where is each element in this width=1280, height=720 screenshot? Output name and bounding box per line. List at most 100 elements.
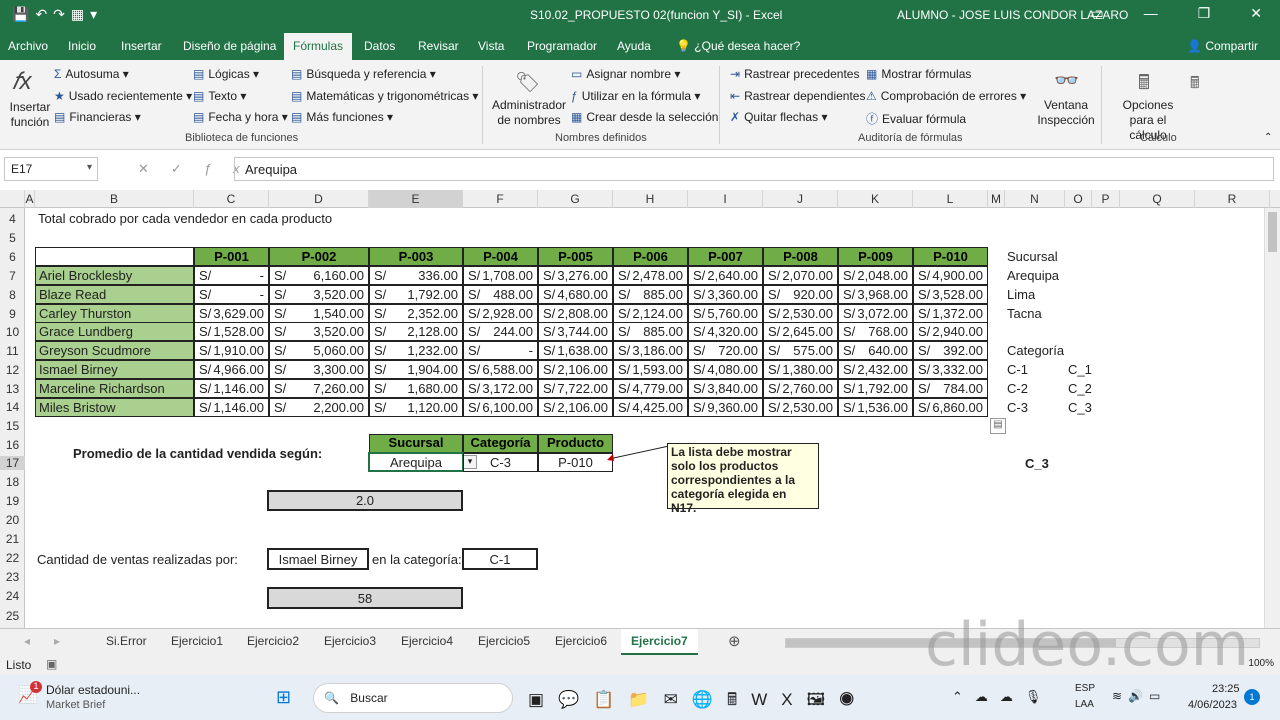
amount-cell[interactable]: S/575.00	[763, 341, 838, 361]
categoria-input[interactable]: C-1	[462, 548, 538, 570]
column-header[interactable]: F	[463, 190, 538, 208]
error-checking-button[interactable]: ⚠ Comprobación de errores ▾	[866, 89, 1026, 103]
row-header[interactable]: 4	[0, 212, 25, 226]
amount-cell[interactable]: S/885.00	[613, 322, 688, 342]
amount-cell[interactable]: S/1,792.00	[838, 378, 913, 398]
categoria-label[interactable]: en la categoría:	[372, 552, 462, 567]
tab-vista[interactable]: Vista	[478, 39, 504, 53]
producto-select[interactable]: P-010	[538, 453, 613, 472]
windows-start-icon[interactable]: ⊞	[276, 687, 291, 708]
tray-icons[interactable]: ≋🔊▭	[1112, 689, 1166, 703]
clock-date[interactable]: 4/06/2023	[1188, 699, 1237, 711]
sheet-title[interactable]: Total cobrado por cada vendedor en cada …	[38, 211, 332, 226]
amount-cell[interactable]: S/2,048.00	[838, 266, 913, 285]
amount-cell[interactable]: S/2,530.00	[763, 397, 838, 417]
calc-now-icon[interactable]: 🖩	[1190, 72, 1200, 99]
product-header[interactable]: P-010	[913, 247, 988, 266]
row-header[interactable]: 16	[0, 438, 25, 452]
column-header[interactable]: I	[688, 190, 763, 208]
amount-cell[interactable]: S/1,708.00	[463, 266, 538, 285]
product-header[interactable]: P-009	[838, 247, 913, 266]
amount-cell[interactable]: S/4,779.00	[613, 378, 688, 398]
row-header[interactable]: 11	[0, 344, 25, 358]
categoria-select[interactable]: C-3	[463, 453, 538, 472]
recent-button[interactable]: ★ Usado recientemente ▾	[54, 89, 192, 103]
sheet-tab[interactable]: Ejercicio5	[478, 634, 530, 648]
amount-cell[interactable]: S/1,540.00	[269, 303, 369, 323]
seller-name[interactable]: Marceline Richardson	[35, 378, 194, 398]
tab-insertar[interactable]: Insertar	[121, 39, 162, 53]
table-corner-cell[interactable]	[35, 247, 194, 266]
amount-cell[interactable]: S/2,106.00	[538, 397, 613, 417]
amount-cell[interactable]: S/6,100.00	[463, 397, 538, 417]
product-header[interactable]: P-001	[194, 247, 269, 266]
notes-icon[interactable]: 📋	[593, 690, 628, 709]
criteria-header[interactable]: Categoría	[463, 434, 538, 453]
amount-cell[interactable]: S/920.00	[763, 284, 838, 304]
column-header[interactable]: E	[369, 190, 463, 208]
tab-formulas[interactable]: Fórmulas	[284, 33, 353, 60]
amount-cell[interactable]: S/1,910.00	[194, 341, 269, 361]
watch-window-button[interactable]: Ventana Inspección	[1036, 98, 1096, 128]
sucursal-item[interactable]: Lima	[1007, 287, 1035, 302]
chevron-up-icon[interactable]: ⌃	[952, 689, 975, 704]
ribbon-display-icon[interactable]: ▭	[1090, 5, 1103, 21]
column-header[interactable]: H	[613, 190, 688, 208]
amount-cell[interactable]: S/ -	[194, 266, 269, 285]
seller-name[interactable]: Blaze Read	[35, 284, 194, 304]
folder-icon[interactable]: 📁	[628, 690, 663, 709]
amount-cell[interactable]: S/6,588.00	[463, 360, 538, 379]
select-all-button[interactable]	[0, 190, 25, 208]
seller-name[interactable]: Ariel Brocklesby	[35, 266, 194, 285]
product-header[interactable]: P-004	[463, 247, 538, 266]
onedrive-icon[interactable]: ☁	[1000, 689, 1025, 704]
row-header[interactable]: 23	[0, 570, 25, 584]
amount-cell[interactable]: S/2,478.00	[613, 266, 688, 285]
product-header[interactable]: P-003	[369, 247, 463, 266]
amount-cell[interactable]: S/2,808.00	[538, 303, 613, 323]
sheet-tab[interactable]: Ejercicio6	[555, 634, 607, 648]
tab-revisar[interactable]: Revisar	[418, 39, 459, 53]
amount-cell[interactable]: S/ -	[194, 284, 269, 304]
sheet-tab[interactable]: Ejercicio4	[401, 634, 453, 648]
amount-cell[interactable]: S/2,352.00	[369, 303, 463, 323]
row-header[interactable]: 22	[0, 551, 25, 565]
amount-cell[interactable]: S/9,360.00	[688, 397, 763, 417]
quick-access-toolbar[interactable]: 💾↶↷▦▾	[12, 6, 103, 23]
amount-cell[interactable]: S/768.00	[838, 322, 913, 342]
promedio-result[interactable]: 2.0	[267, 490, 463, 511]
column-header[interactable]: A	[25, 190, 35, 208]
amount-cell[interactable]: S/488.00	[463, 284, 538, 304]
amount-cell[interactable]: S/4,966.00	[194, 360, 269, 379]
column-header[interactable]: K	[838, 190, 913, 208]
row-header[interactable]: 20	[0, 513, 25, 527]
seller-name[interactable]: Grace Lundberg	[35, 322, 194, 342]
amount-cell[interactable]: S/2,432.00	[838, 360, 913, 379]
promedio-label[interactable]: Promedio de la cantidad vendida según:	[73, 446, 322, 461]
categoria-item[interactable]: C-3	[1007, 400, 1028, 415]
column-header[interactable]: L	[913, 190, 988, 208]
categoria-heading[interactable]: Categoría	[1007, 343, 1064, 358]
amount-cell[interactable]: S/640.00	[838, 341, 913, 361]
sucursal-heading[interactable]: Sucursal	[1007, 249, 1058, 264]
remove-arrows-button[interactable]: ✗ Quitar flechas ▾	[730, 110, 827, 124]
column-header[interactable]: Q	[1120, 190, 1195, 208]
show-formulas-button[interactable]: ▦ Mostrar fórmulas	[866, 67, 971, 81]
amount-cell[interactable]: S/4,080.00	[688, 360, 763, 379]
amount-cell[interactable]: S/3,172.00	[463, 378, 538, 398]
autosum-button[interactable]: Σ Autosuma ▾	[54, 67, 129, 81]
vertical-scrollbar[interactable]	[1264, 208, 1280, 628]
chevron-down-icon[interactable]: ▾	[87, 162, 92, 173]
sheet-tab[interactable]: Ejercicio3	[324, 634, 376, 648]
amount-cell[interactable]: S/784.00	[913, 378, 988, 398]
sheet-tab[interactable]: Ejercicio2	[247, 634, 299, 648]
amount-cell[interactable]: S/3,744.00	[538, 322, 613, 342]
amount-cell[interactable]: S/244.00	[463, 322, 538, 342]
news-title[interactable]: Dólar estadouni...	[46, 683, 140, 697]
amount-cell[interactable]: S/7,722.00	[538, 378, 613, 398]
product-header[interactable]: P-002	[269, 247, 369, 266]
amount-cell[interactable]: S/3,360.00	[688, 284, 763, 304]
macro-record-icon[interactable]: ▣	[46, 657, 57, 671]
amount-cell[interactable]: S/336.00	[369, 266, 463, 285]
amount-cell[interactable]: S/6,160.00	[269, 266, 369, 285]
